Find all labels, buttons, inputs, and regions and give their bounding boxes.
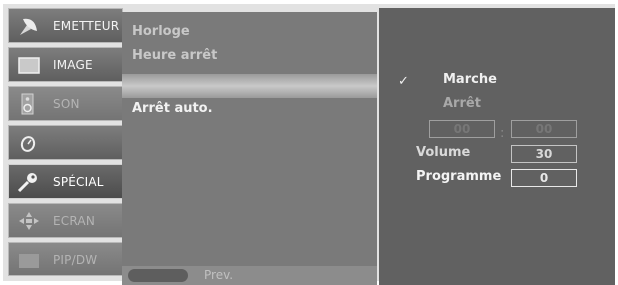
sidebar-item-label: EMETTEUR — [53, 19, 120, 33]
option-arret[interactable]: Arrêt — [443, 96, 481, 111]
key-icon — [17, 173, 37, 193]
prev-label: Prev. — [204, 268, 234, 282]
sidebar-item-label: PIP/DW — [53, 253, 98, 267]
satellite-dish-icon — [20, 18, 37, 35]
sidebar-item-clock[interactable] — [8, 125, 123, 160]
prev-button[interactable] — [128, 269, 188, 282]
sidebar-item-emetteur[interactable]: EMETTEUR — [8, 8, 123, 43]
clock-icon — [20, 136, 36, 152]
volume-field[interactable]: 30 — [511, 145, 577, 163]
option-marche[interactable]: Marche — [443, 72, 497, 87]
hour-field[interactable]: 00 — [429, 120, 495, 138]
menu-item-arret-auto[interactable]: Arrêt auto. — [132, 101, 213, 116]
menu-item-heure-arret[interactable]: Heure arrêt — [132, 48, 217, 63]
arrows-move-icon — [19, 212, 39, 230]
sidebar-item-pip[interactable]: PIP/DW — [8, 242, 123, 276]
sidebar-item-image[interactable]: IMAGE — [8, 47, 123, 82]
programme-field[interactable]: 0 — [511, 169, 577, 187]
sidebar-item-ecran[interactable]: ECRAN — [8, 203, 123, 238]
checkmark-icon: ✓ — [398, 74, 409, 89]
sidebar-item-label: ECRAN — [53, 214, 95, 228]
sidebar-item-special[interactable]: SPÉCIAL — [8, 164, 123, 199]
speaker-icon — [21, 93, 34, 115]
sidebar-item-label: SON — [53, 97, 80, 111]
menu-item-selected-highlight[interactable] — [122, 74, 377, 98]
time-separator: : — [500, 126, 505, 141]
programme-label: Programme — [416, 169, 502, 184]
minute-field[interactable]: 00 — [511, 120, 577, 138]
sidebar-item-label: IMAGE — [53, 58, 93, 72]
pip-icon — [19, 254, 39, 268]
menu-footer: Prev. — [122, 266, 377, 285]
sidebar-item-label: SPÉCIAL — [53, 175, 104, 189]
picture-icon — [18, 57, 40, 74]
menu-item-horloge[interactable]: Horloge — [132, 24, 190, 39]
volume-label: Volume — [416, 145, 471, 160]
sidebar-item-son[interactable]: SON — [8, 86, 123, 121]
osd-screen: EMETTEUR IMAGE SON SPÉCIAL ECRAN PIP/DW … — [3, 4, 615, 285]
submenu-panel: ✓ Marche Arrêt 00 : 00 Volume 30 Program… — [379, 8, 615, 285]
special-menu-panel: Horloge Heure arrêt Arrêt auto. Prev. — [122, 12, 377, 285]
main-menu-sidebar: EMETTEUR IMAGE SON SPÉCIAL ECRAN PIP/DW — [8, 6, 126, 280]
